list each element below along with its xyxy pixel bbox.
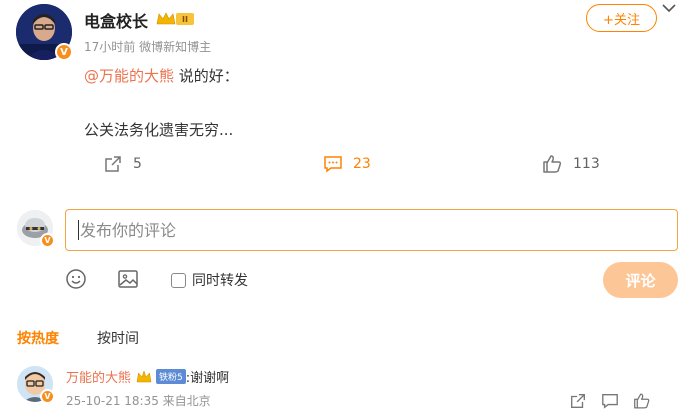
repost-also-label: 同时转发 bbox=[192, 273, 248, 289]
reply-repost-icon[interactable] bbox=[569, 392, 587, 410]
text-caret bbox=[78, 220, 79, 240]
repost-count: 5 bbox=[133, 156, 142, 172]
reply-actions bbox=[569, 392, 651, 410]
verified-badge-icon: V bbox=[55, 43, 73, 61]
comment-input[interactable] bbox=[80, 220, 665, 240]
reply-comment-icon[interactable] bbox=[601, 392, 619, 410]
self-verified-badge-icon: V bbox=[40, 233, 55, 248]
image-upload-icon[interactable] bbox=[117, 268, 139, 290]
chevron-down-icon[interactable] bbox=[660, 0, 678, 13]
checkbox-box[interactable] bbox=[171, 272, 186, 288]
comment-button[interactable]: 23 bbox=[323, 154, 371, 174]
vip-crown-icon[interactable]: II bbox=[156, 11, 196, 27]
verified-badge-label: V bbox=[60, 46, 68, 58]
repost-icon bbox=[105, 156, 121, 172]
author-name[interactable]: 电盒校长 bbox=[84, 8, 148, 32]
post-text-after-mention: 说的好： bbox=[174, 67, 239, 85]
fan-level-badge: 铁粉5 bbox=[156, 369, 186, 384]
reply-text: :谢谢啊 bbox=[185, 371, 230, 386]
vip-level-label: II bbox=[182, 15, 188, 24]
post-meta: 17小时前 微博新知博主 bbox=[84, 40, 212, 54]
reply-meta: 25-10-21 18:35 来自北京 bbox=[66, 394, 211, 408]
post-text-line2: 公关法务化遗害无穷... bbox=[84, 121, 234, 139]
submit-comment-button[interactable]: 评论 bbox=[603, 262, 678, 298]
tab-sort-by-hot[interactable]: 按热度 bbox=[17, 328, 59, 348]
comment-count: 23 bbox=[353, 156, 371, 172]
reply-verified-badge-icon: V bbox=[40, 389, 55, 404]
comment-input-box[interactable] bbox=[65, 209, 678, 251]
reply-like-icon[interactable] bbox=[633, 392, 651, 410]
reply-crown-icon bbox=[136, 369, 152, 382]
reply-line: 万能的大熊 铁粉5 :谢谢啊 bbox=[66, 367, 229, 386]
repost-button[interactable]: 5 bbox=[103, 154, 142, 174]
reply-verified-badge-label: V bbox=[44, 392, 51, 401]
post-text-line1: @万能的大熊 说的好： bbox=[84, 65, 239, 86]
emoji-icon[interactable] bbox=[65, 268, 87, 290]
self-verified-badge-label: V bbox=[44, 236, 51, 245]
follow-button[interactable]: +关注 bbox=[586, 4, 657, 32]
comment-icon bbox=[324, 156, 342, 173]
thumbs-up-icon bbox=[543, 155, 562, 173]
reply-author-name[interactable]: 万能的大熊 bbox=[66, 367, 131, 386]
like-count: 113 bbox=[573, 156, 600, 172]
like-button[interactable]: 113 bbox=[542, 154, 600, 174]
repost-also-checkbox[interactable]: 同时转发 bbox=[171, 270, 248, 290]
tab-sort-by-time[interactable]: 按时间 bbox=[97, 328, 139, 348]
mention-link[interactable]: @万能的大熊 bbox=[84, 67, 174, 85]
